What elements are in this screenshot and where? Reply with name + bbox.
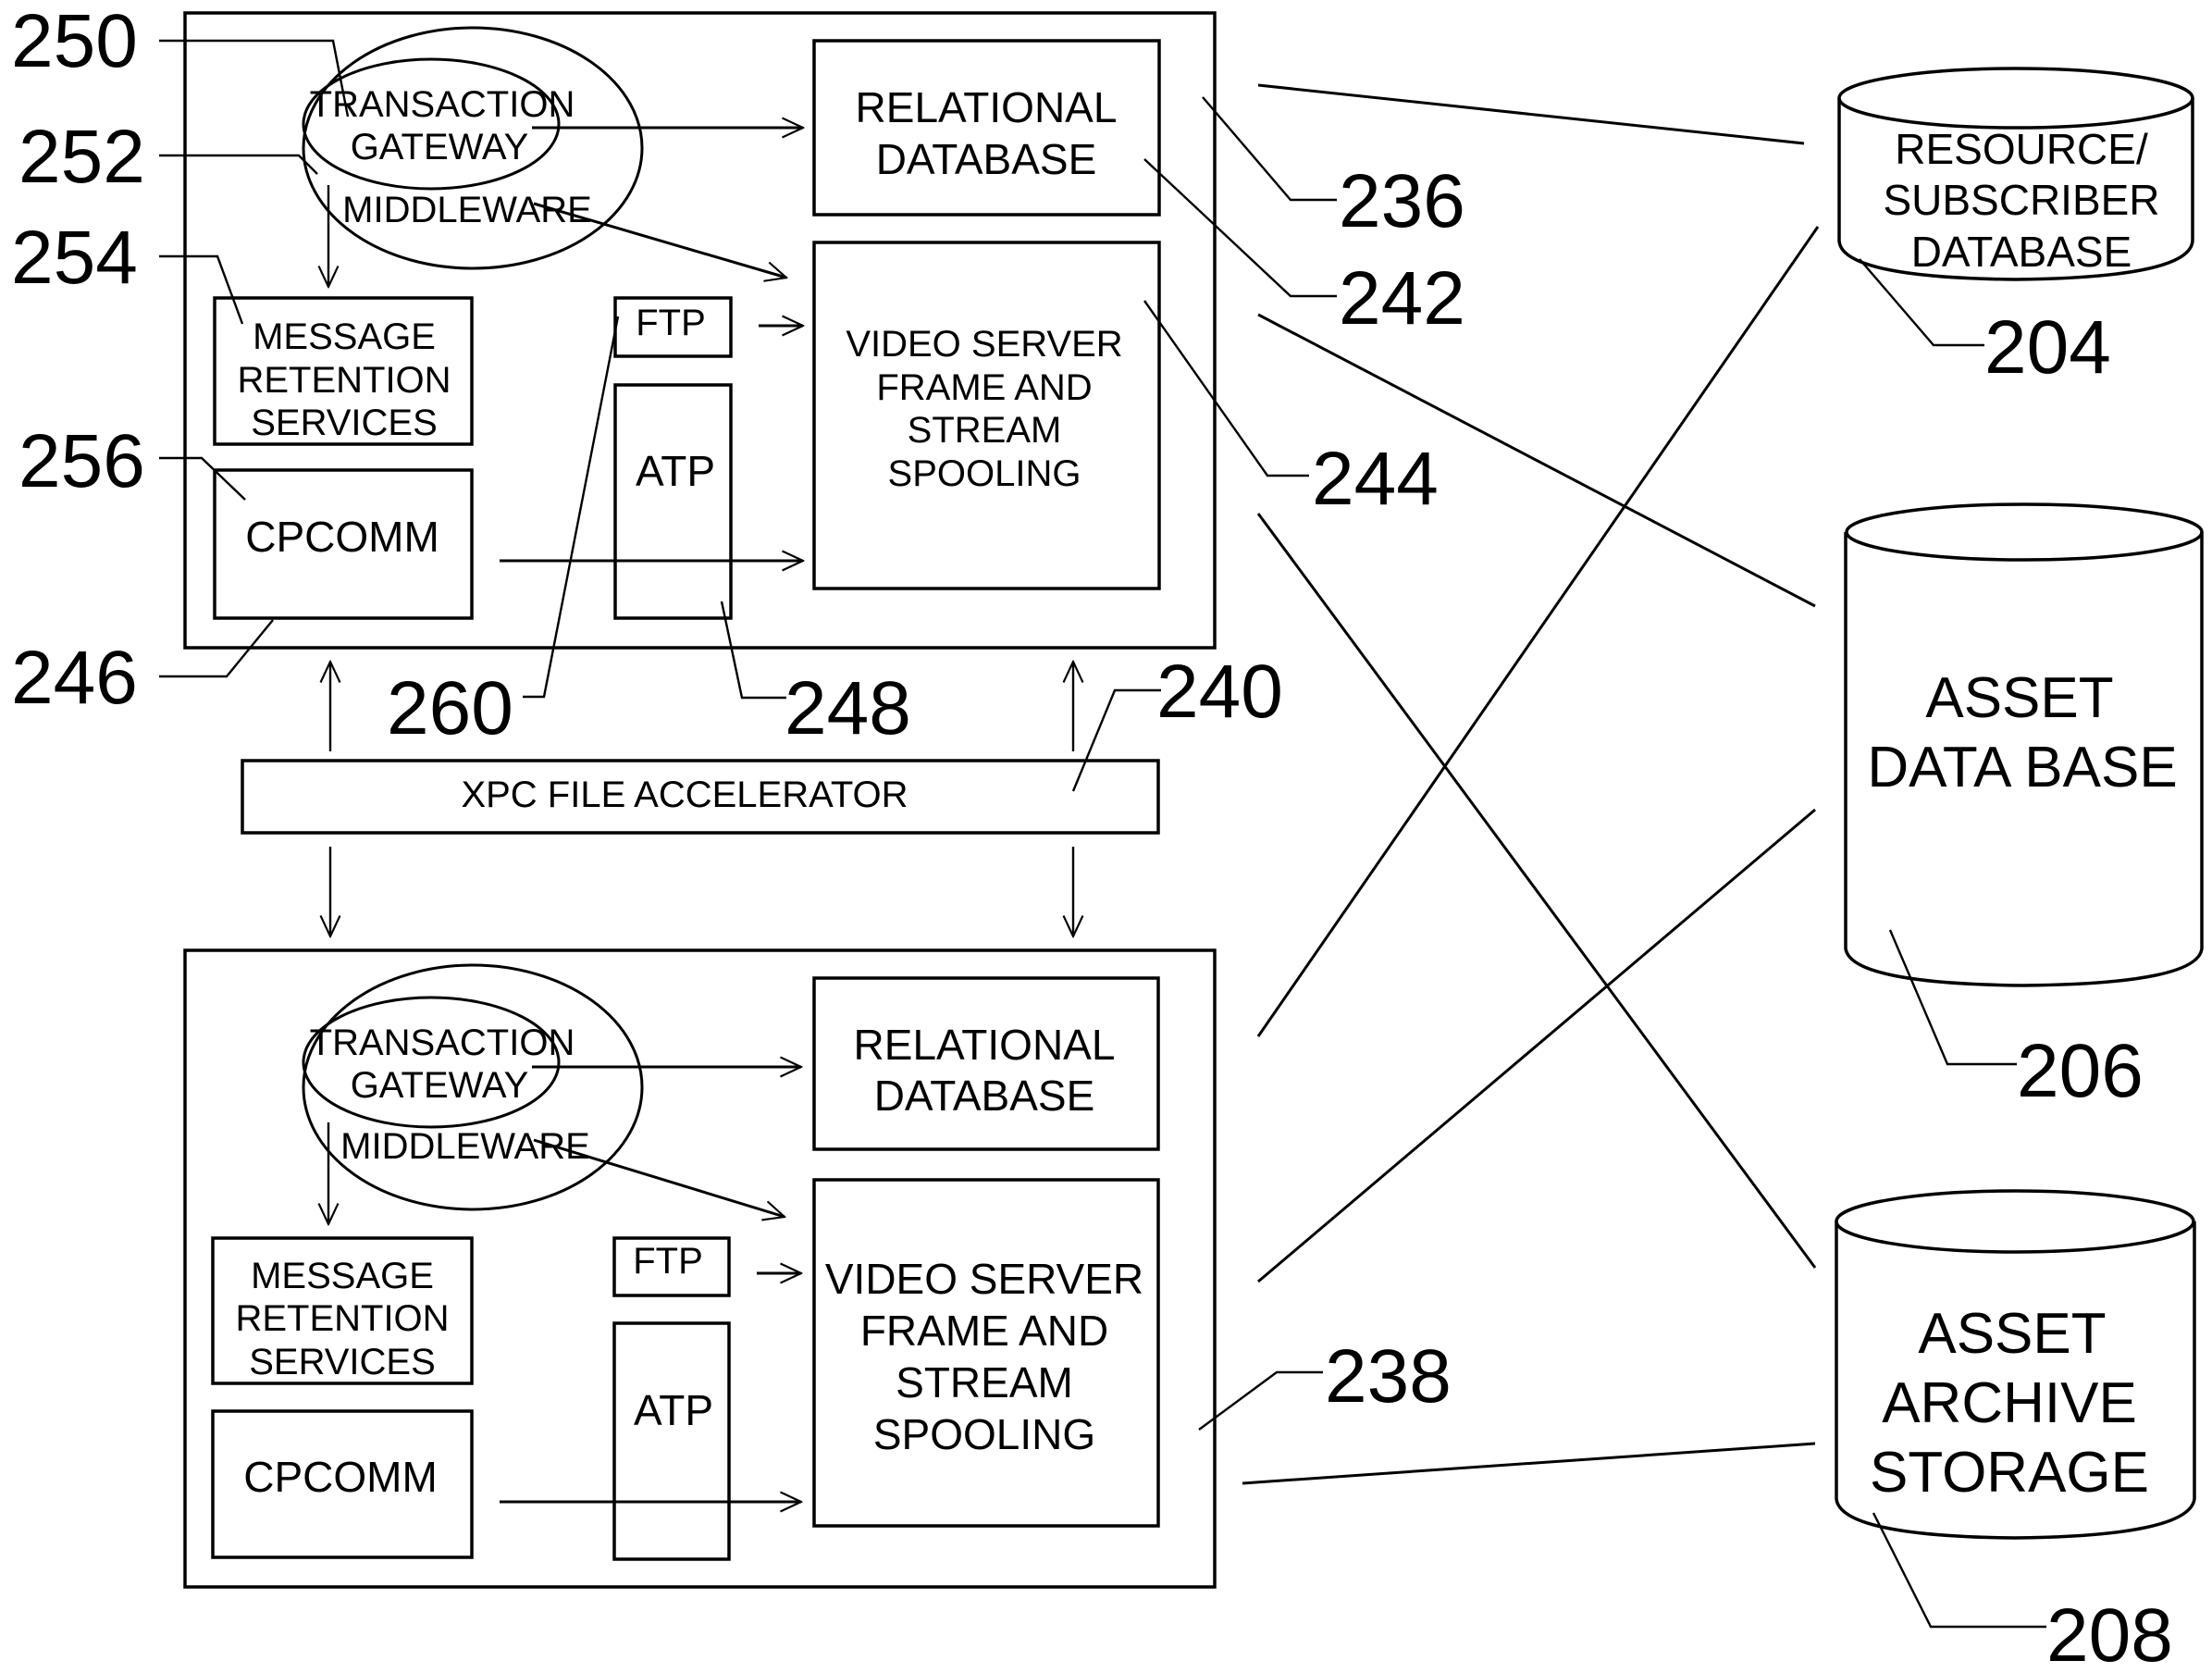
ref-242: 242 (1339, 256, 1465, 341)
ref-240-leader (1071, 688, 1161, 792)
ref-204: 204 (1984, 305, 2111, 390)
top-ftp-label: FTP (636, 303, 706, 343)
resource-db-label-2: SUBSCRIBER (1883, 176, 2159, 224)
top-system: TRANSACTION GATEWAY MIDDLEWARE RELATIONA… (183, 11, 1217, 650)
top-gateway-label-2: GATEWAY (351, 127, 529, 167)
top-relational-db-label-2: DATABASE (876, 135, 1097, 183)
interconnect-lines (1242, 83, 1820, 1485)
ref-206: 206 (2017, 1029, 2144, 1113)
bottom-video-server-label-3: STREAM (896, 1358, 1073, 1407)
archive-label-1: ASSET (1918, 1302, 2106, 1366)
top-mrs-label-2: RETENTION (237, 360, 451, 401)
ref-260-leader (523, 316, 620, 699)
top-video-server-label-3: STREAM (908, 410, 1062, 451)
top-relational-db-label-1: RELATIONAL (856, 83, 1118, 131)
asset-db-label-2: DATA BASE (1867, 736, 2177, 799)
bottom-gateway-to-video-arrow (533, 1138, 785, 1217)
top-to-archive-line (1256, 513, 1817, 1269)
archive-cylinder-top (1835, 1189, 2195, 1254)
bottom-cpcomm-label: CPCOMM (243, 1453, 438, 1501)
system-architecture-diagram: TRANSACTION GATEWAY MIDDLEWARE RELATIONA… (11, 0, 2204, 1673)
resource-db-label-3: DATABASE (1911, 228, 2132, 276)
ref-260: 260 (387, 666, 513, 750)
ref-238: 238 (1325, 1334, 1452, 1419)
top-to-resource-line (1257, 83, 1805, 145)
top-gateway-label-1: TRANSACTION (310, 84, 575, 125)
top-mrs-label-3: SERVICES (251, 403, 438, 443)
ref-250: 250 (11, 0, 138, 83)
bottom-video-server-label-2: FRAME AND (860, 1307, 1108, 1355)
bottom-to-archive-line (1242, 1442, 1816, 1485)
ref-238-leader (1198, 1370, 1323, 1431)
xpc-accelerator-group: XPC FILE ACCELERATOR (241, 662, 1160, 936)
top-atp-box (613, 383, 733, 620)
archive-label-2: ARCHIVE (1882, 1371, 2137, 1435)
archive-label-3: STORAGE (1870, 1441, 2149, 1505)
bottom-atp-box (612, 1321, 731, 1561)
ref-240: 240 (1156, 650, 1283, 734)
bottom-to-asset-line (1257, 808, 1816, 1283)
ref-236-leader (1202, 96, 1337, 202)
ref-252-leader (159, 154, 318, 175)
top-atp-label: ATP (636, 447, 715, 495)
bottom-gateway-label-1: TRANSACTION (310, 1022, 575, 1063)
ref-206-leader (1888, 929, 2017, 1066)
ref-254-leader (159, 254, 244, 325)
asset-cylinder-top (1845, 502, 2204, 562)
top-cpcomm-label: CPCOMM (245, 513, 439, 561)
bottom-atp-label: ATP (634, 1386, 713, 1434)
bottom-ftp-label: FTP (633, 1241, 703, 1282)
ref-252: 252 (19, 115, 145, 199)
asset-archive-storage: ASSET ARCHIVE STORAGE (1835, 1189, 2196, 1540)
ref-244: 244 (1312, 437, 1439, 521)
bottom-mrs-label-1: MESSAGE (251, 1256, 434, 1296)
ref-256: 256 (19, 419, 145, 503)
bottom-gateway-label-2: GATEWAY (351, 1065, 529, 1106)
asset-db-label-1: ASSET (1925, 666, 2113, 730)
top-gateway-to-video-arrow (533, 202, 786, 278)
asset-database: ASSET DATA BASE (1844, 502, 2204, 987)
bottom-video-server-label-1: VIDEO SERVER (825, 1255, 1143, 1303)
bottom-relational-db-label-1: RELATIONAL (854, 1021, 1116, 1069)
ref-254: 254 (11, 216, 138, 300)
top-video-server-label-1: VIDEO SERVER (846, 324, 1122, 365)
resource-db-label-1: RESOURCE/ (1895, 125, 2148, 173)
bottom-mrs-label-3: SERVICES (249, 1342, 436, 1382)
bottom-relational-db-label-2: DATABASE (874, 1072, 1095, 1120)
top-video-server-label-2: FRAME AND (876, 367, 1092, 408)
ref-246: 246 (11, 636, 138, 720)
bottom-video-server-label-4: SPOOLING (873, 1410, 1095, 1458)
ref-236: 236 (1339, 159, 1465, 243)
ref-242-leader (1143, 158, 1337, 298)
ref-256-leader (159, 456, 246, 501)
xpc-file-accelerator-label: XPC FILE ACCELERATOR (461, 775, 908, 815)
ref-248: 248 (785, 666, 911, 750)
ref-208: 208 (2046, 1593, 2173, 1673)
bottom-to-resource-line (1256, 226, 1820, 1037)
resource-cylinder-top (1837, 67, 2194, 130)
bottom-system: TRANSACTION GATEWAY MIDDLEWARE RELATIONA… (183, 948, 1217, 1589)
bottom-mrs-label-2: RETENTION (235, 1298, 449, 1339)
top-video-server-label-4: SPOOLING (888, 453, 1081, 494)
top-mrs-label-1: MESSAGE (253, 316, 436, 357)
resource-subscriber-database: RESOURCE/ SUBSCRIBER DATABASE (1837, 67, 2194, 281)
